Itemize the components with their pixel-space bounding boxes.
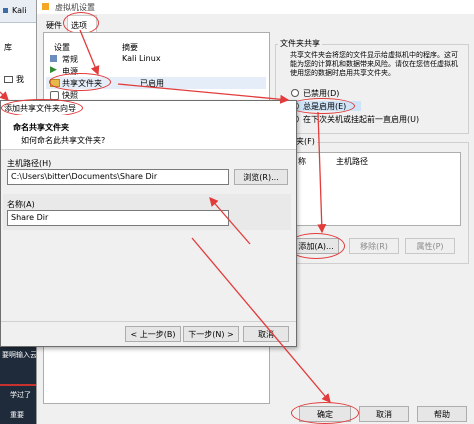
arrow-wizard-title [0,91,9,101]
annotation-arrows [0,29,331,403]
arrow-add-to-wizard [209,197,251,245]
arrow-wizard-to-ok [191,237,331,403]
arrow-radio-to-add [317,111,327,234]
arrow-options-to-shared [79,29,100,76]
arrow-shared-to-radio [117,83,290,104]
